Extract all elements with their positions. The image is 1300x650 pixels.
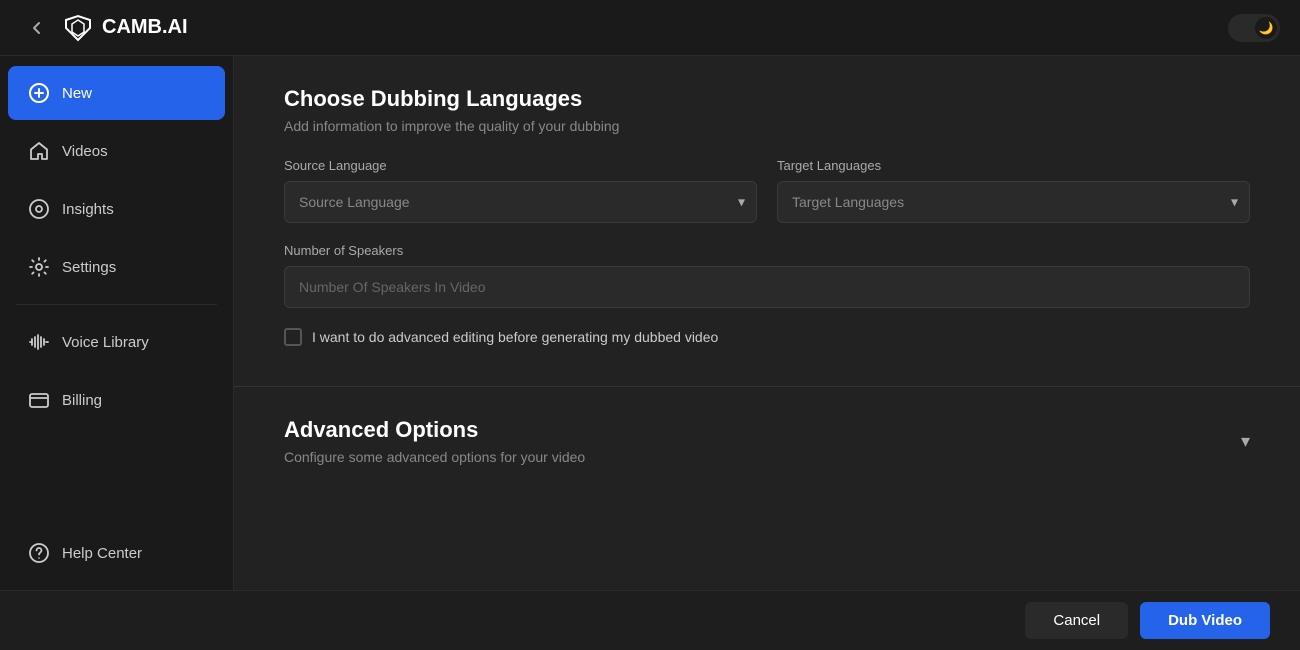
sidebar-item-billing[interactable]: Billing [8, 373, 225, 427]
camb-logo-icon [62, 12, 94, 44]
advanced-options-header[interactable]: Advanced Options Configure some advanced… [284, 417, 1250, 465]
advanced-editing-label[interactable]: I want to do advanced editing before gen… [312, 329, 718, 345]
app-name: CAMB.AI [102, 16, 188, 39]
advanced-options-title: Advanced Options [284, 417, 585, 443]
target-languages-select[interactable]: Target Languages English Spanish French … [777, 181, 1250, 223]
help-icon [28, 542, 50, 564]
moon-icon: 🌙 [1259, 21, 1274, 35]
sidebar-item-videos-label: Videos [62, 143, 108, 160]
speakers-group: Number of Speakers [284, 243, 1250, 308]
advanced-options-chevron-icon: ▾ [1241, 431, 1250, 452]
sidebar-item-new[interactable]: New [8, 66, 225, 120]
dubbing-section-subtitle: Add information to improve the quality o… [284, 118, 1250, 134]
target-languages-wrapper: Target Languages English Spanish French … [777, 181, 1250, 223]
sidebar: New Videos Insights [0, 56, 234, 590]
advanced-editing-checkbox[interactable] [284, 328, 302, 346]
speakers-label: Number of Speakers [284, 243, 1250, 258]
sidebar-item-settings-label: Settings [62, 259, 116, 276]
toggle-knob: 🌙 [1255, 17, 1277, 39]
sidebar-item-insights-label: Insights [62, 201, 114, 218]
back-button[interactable] [20, 15, 54, 41]
advanced-options-subtitle: Configure some advanced options for your… [284, 449, 585, 465]
source-language-select[interactable]: Source Language English Spanish French G… [284, 181, 757, 223]
theme-toggle[interactable]: 🌙 [1228, 14, 1280, 42]
billing-icon [28, 389, 50, 411]
sidebar-divider [16, 304, 217, 305]
plus-circle-icon [28, 82, 50, 104]
main-layout: New Videos Insights [0, 56, 1300, 590]
target-languages-label: Target Languages [777, 158, 1250, 173]
dub-video-button[interactable]: Dub Video [1140, 602, 1270, 639]
speakers-input[interactable] [284, 266, 1250, 308]
advanced-editing-row: I want to do advanced editing before gen… [284, 328, 1250, 346]
source-language-group: Source Language Source Language English … [284, 158, 757, 223]
source-language-wrapper: Source Language English Spanish French G… [284, 181, 757, 223]
advanced-options-text: Advanced Options Configure some advanced… [284, 417, 585, 465]
sidebar-bottom: Help Center [0, 524, 233, 582]
topbar: CAMB.AI 🌙 [0, 0, 1300, 56]
sidebar-item-billing-label: Billing [62, 392, 102, 409]
sidebar-item-voice-library[interactable]: Voice Library [8, 315, 225, 369]
dubbing-languages-section: Choose Dubbing Languages Add information… [234, 56, 1300, 387]
content-area: Choose Dubbing Languages Add information… [234, 56, 1300, 590]
logo-area: CAMB.AI [20, 12, 188, 44]
source-language-label: Source Language [284, 158, 757, 173]
advanced-options-section: Advanced Options Configure some advanced… [234, 387, 1300, 495]
insights-icon [28, 198, 50, 220]
sidebar-item-voice-library-label: Voice Library [62, 334, 149, 351]
sidebar-item-help-center[interactable]: Help Center [8, 526, 225, 580]
language-row: Source Language Source Language English … [284, 158, 1250, 223]
home-icon [28, 140, 50, 162]
waveform-icon [28, 331, 50, 353]
cancel-button[interactable]: Cancel [1025, 602, 1128, 639]
sidebar-item-insights[interactable]: Insights [8, 182, 225, 236]
sidebar-item-help-center-label: Help Center [62, 545, 142, 562]
sidebar-item-new-label: New [62, 85, 92, 102]
dubbing-section-title: Choose Dubbing Languages [284, 86, 1250, 112]
footer: Cancel Dub Video [0, 590, 1300, 650]
settings-icon [28, 256, 50, 278]
sidebar-item-videos[interactable]: Videos [8, 124, 225, 178]
sidebar-item-settings[interactable]: Settings [8, 240, 225, 294]
target-languages-group: Target Languages Target Languages Englis… [777, 158, 1250, 223]
